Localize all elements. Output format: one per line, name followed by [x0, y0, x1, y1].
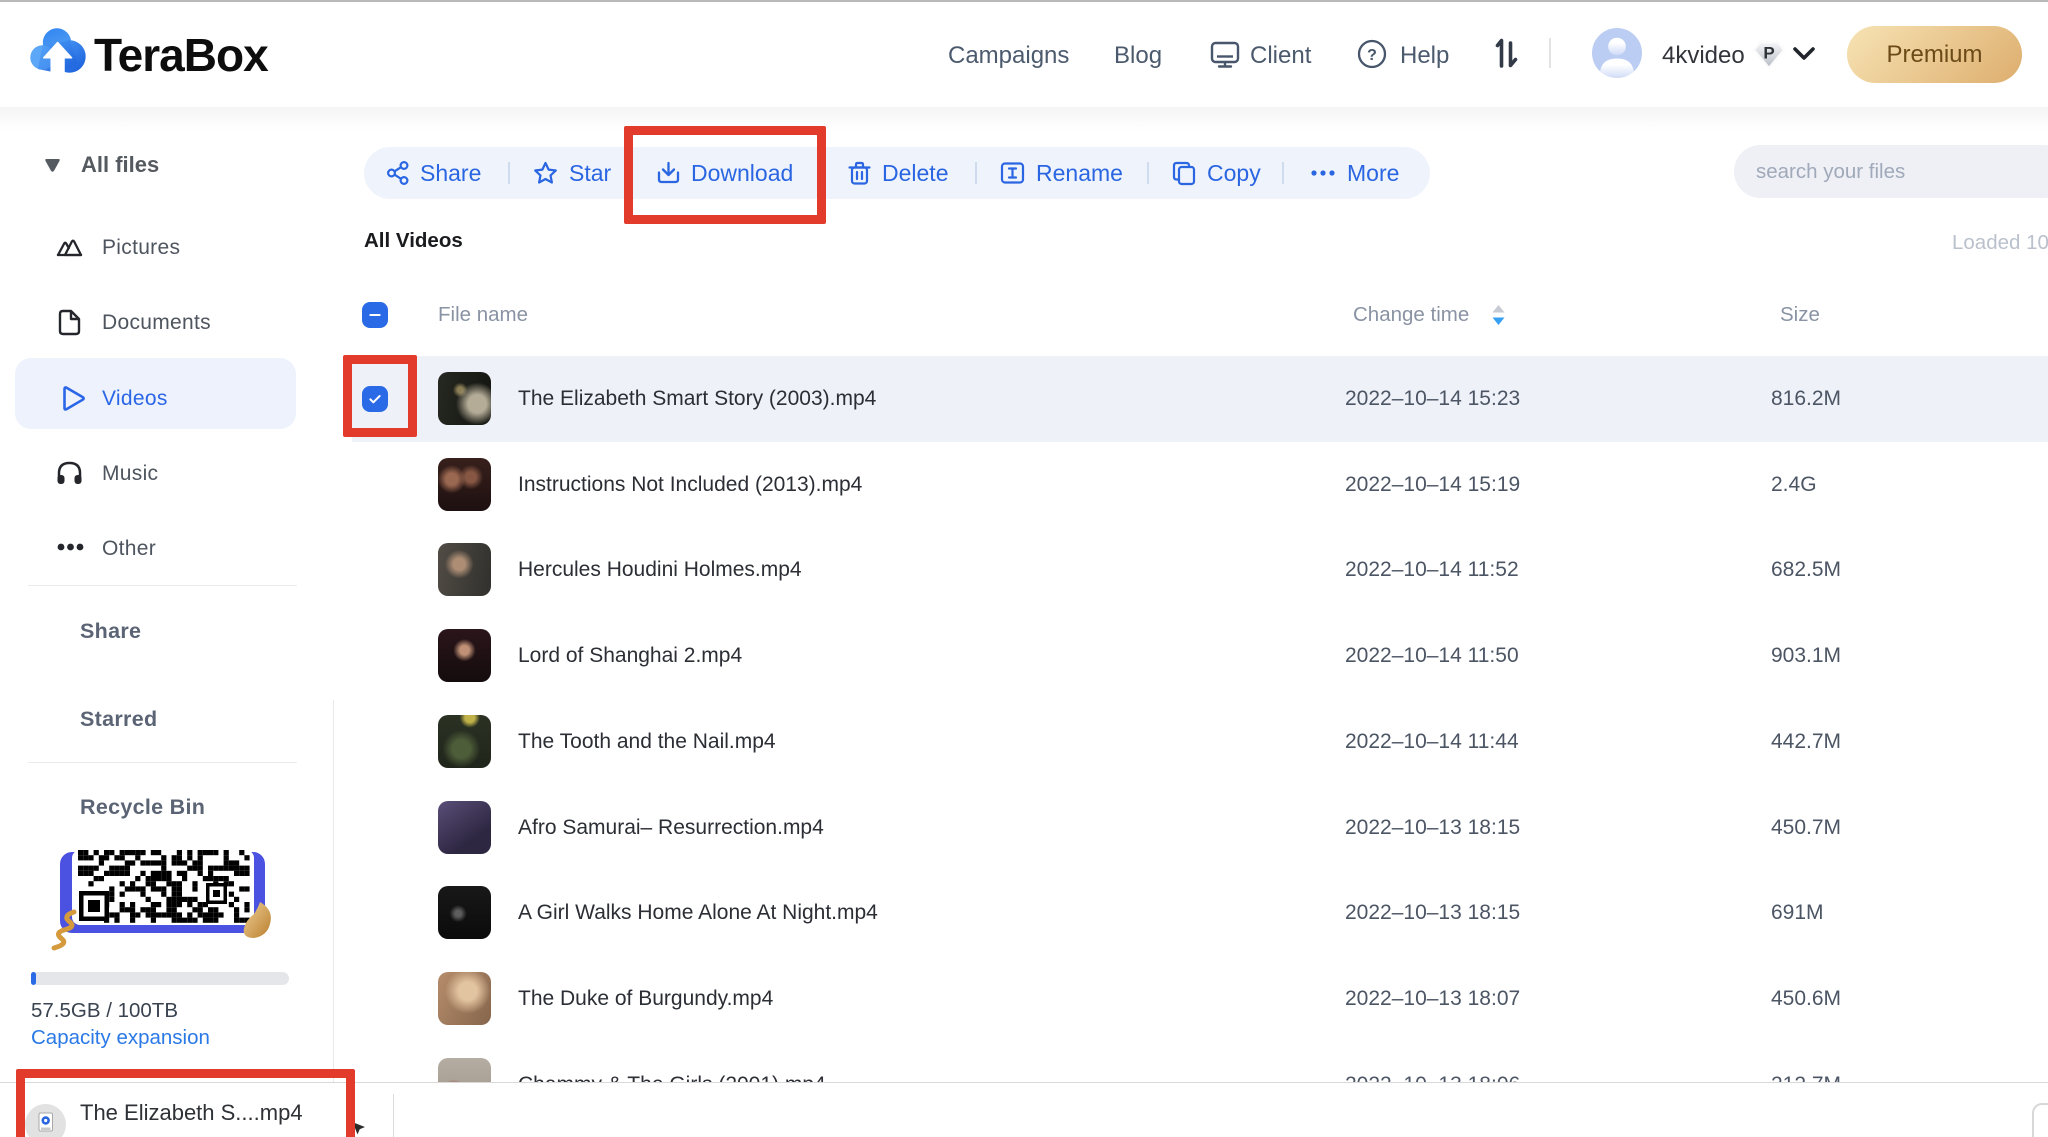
- svg-text:?: ?: [1367, 47, 1377, 64]
- svg-text:P: P: [1763, 44, 1774, 63]
